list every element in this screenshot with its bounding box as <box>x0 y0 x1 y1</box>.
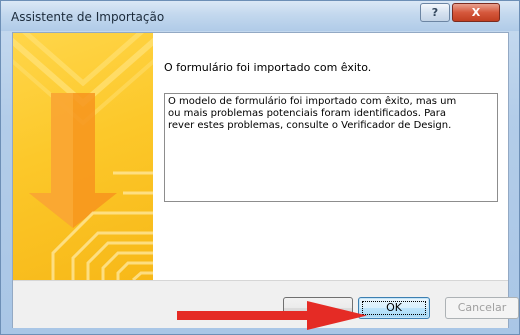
window-title: Assistente de Importação <box>11 10 165 24</box>
success-message: O formulário foi importado com êxito. <box>164 61 372 74</box>
close-button[interactable]: X <box>452 3 500 22</box>
down-arrow-graphic <box>13 33 153 280</box>
wizard-banner-image <box>13 33 153 280</box>
title-bar[interactable]: Assistente de Importação ? X <box>1 1 519 31</box>
import-wizard-dialog: Assistente de Importação ? X O formulári… <box>0 0 520 335</box>
details-textbox[interactable]: O modelo de formulário foi importado com… <box>164 93 498 202</box>
help-button[interactable]: ? <box>420 3 450 22</box>
ok-button[interactable]: OK <box>358 297 430 319</box>
focus-rectangle <box>362 301 426 315</box>
cancel-button[interactable]: Cancelar <box>445 297 519 319</box>
red-arrow-annotation <box>177 301 367 330</box>
dialog-content: O formulário foi importado com êxito. O … <box>12 32 519 328</box>
